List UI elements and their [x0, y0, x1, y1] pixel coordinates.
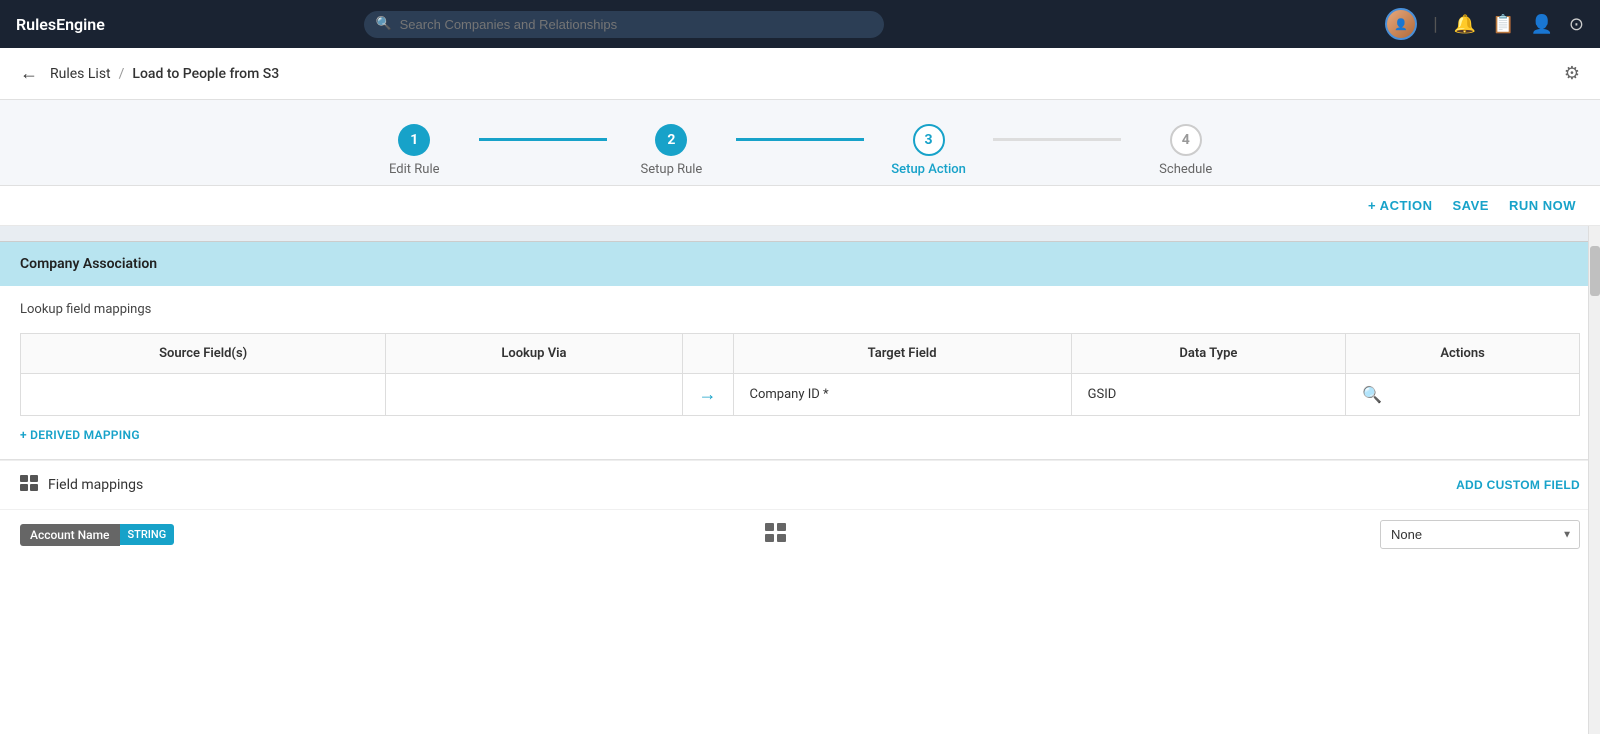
col-data-type: Data Type: [1071, 334, 1345, 374]
step-4-label: Schedule: [1159, 162, 1212, 177]
company-association-header: Company Association: [0, 242, 1600, 286]
connector-3-4: [993, 138, 1122, 141]
field-mapping-arrow: [190, 523, 1364, 547]
top-nav: RulesEngine 🔍 👤 | 🔔 📋 👤 ⊙: [0, 0, 1600, 48]
nav-divider: |: [1433, 14, 1437, 35]
search-input[interactable]: [364, 11, 884, 38]
derived-mapping-link[interactable]: + DERIVED MAPPING: [20, 428, 140, 442]
step-3-circle: 3: [913, 124, 945, 156]
action-bar: + ACTION SAVE RUN NOW: [0, 186, 1600, 226]
field-tag-name: Account Name: [20, 524, 120, 546]
rules-list-link[interactable]: Rules List: [50, 66, 111, 82]
run-now-button[interactable]: RUN NOW: [1509, 198, 1576, 213]
field-mappings-icon: [20, 475, 40, 495]
user-menu-icon[interactable]: 👤: [1530, 14, 1552, 35]
step-1[interactable]: 1 Edit Rule: [350, 124, 479, 177]
step-2-label: Setup Rule: [641, 162, 703, 177]
add-custom-field-button[interactable]: ADD CUSTOM FIELD: [1456, 478, 1580, 492]
field-mappings-title: Field mappings: [20, 475, 143, 495]
step-4-circle: 4: [1170, 124, 1202, 156]
step-4[interactable]: 4 Schedule: [1121, 124, 1250, 177]
lookup-via-cell: [386, 374, 682, 416]
profile-icon[interactable]: ⊙: [1569, 14, 1584, 35]
company-association-section: Company Association Lookup field mapping…: [0, 242, 1600, 459]
field-mapping-center-icon: [765, 523, 789, 547]
nav-icons: 👤 | 🔔 📋 👤 ⊙: [1385, 8, 1584, 40]
breadcrumb-separator: /: [119, 66, 125, 82]
field-mappings-section: Field mappings ADD CUSTOM FIELD Account …: [0, 459, 1600, 559]
step-1-label: Edit Rule: [389, 162, 439, 177]
col-arrow: [682, 334, 733, 374]
avatar[interactable]: 👤: [1385, 8, 1417, 40]
add-action-button[interactable]: + ACTION: [1368, 198, 1433, 213]
scrollable-content: Company Association Lookup field mapping…: [0, 226, 1600, 734]
field-mappings-label: Field mappings: [48, 477, 143, 493]
search-container: 🔍: [364, 11, 884, 38]
partial-top: [0, 226, 1600, 242]
arrow-cell: →: [682, 374, 733, 416]
save-button[interactable]: SAVE: [1453, 198, 1489, 213]
breadcrumb-current: Load to People from S3: [132, 66, 279, 82]
breadcrumb-bar: ← Rules List / Load to People from S3 ⚙: [0, 48, 1600, 100]
connector-1-2: [479, 138, 608, 141]
scrollbar-thumb[interactable]: [1590, 246, 1600, 296]
lookup-label: Lookup field mappings: [20, 302, 1580, 317]
step-1-circle: 1: [398, 124, 430, 156]
field-tag-type: STRING: [120, 524, 175, 545]
field-mapping-select[interactable]: None Company ID Account ID: [1380, 520, 1580, 549]
bell-icon[interactable]: 🔔: [1454, 14, 1476, 35]
source-field-cell: [21, 374, 386, 416]
step-2[interactable]: 2 Setup Rule: [607, 124, 736, 177]
data-type-cell: GSID: [1071, 374, 1345, 416]
content-area: Company Association Lookup field mapping…: [0, 226, 1600, 734]
action-search-icon[interactable]: 🔍: [1362, 385, 1382, 404]
connector-2-3: [736, 138, 865, 141]
col-actions: Actions: [1346, 334, 1580, 374]
col-target-field: Target Field: [733, 334, 1071, 374]
table-row: → Company ID * GSID 🔍: [21, 374, 1580, 416]
settings-gear-icon[interactable]: ⚙: [1564, 63, 1580, 84]
col-source-fields: Source Field(s): [21, 334, 386, 374]
field-mapping-select-wrapper: None Company ID Account ID: [1380, 520, 1580, 549]
app-brand: RulesEngine: [16, 15, 105, 34]
scrollbar-track: [1588, 226, 1600, 734]
col-lookup-via: Lookup Via: [386, 334, 682, 374]
step-3[interactable]: 3 Setup Action: [864, 124, 993, 177]
target-field-cell: Company ID *: [733, 374, 1071, 416]
field-mapping-row: Account Name STRING: [0, 509, 1600, 559]
search-icon: 🔍: [376, 17, 392, 32]
table-header-row: Source Field(s) Lookup Via Target Field …: [21, 334, 1580, 374]
bookmark-icon[interactable]: 📋: [1492, 14, 1514, 35]
step-2-circle: 2: [655, 124, 687, 156]
stepper: 1 Edit Rule 2 Setup Rule 3 Setup Action: [350, 124, 1250, 177]
page-wrapper: RulesEngine 🔍 👤 | 🔔 📋 👤 ⊙ ← Rules List /…: [0, 0, 1600, 734]
field-tag: Account Name STRING: [20, 524, 174, 546]
back-button[interactable]: ←: [20, 63, 38, 84]
lookup-mapping-table: Source Field(s) Lookup Via Target Field …: [20, 333, 1580, 416]
step-3-label: Setup Action: [891, 162, 966, 177]
stepper-container: 1 Edit Rule 2 Setup Rule 3 Setup Action: [0, 100, 1600, 186]
field-mappings-header: Field mappings ADD CUSTOM FIELD: [0, 460, 1600, 509]
company-association-body: Lookup field mappings Source Field(s) Lo…: [0, 286, 1600, 459]
actions-cell: 🔍: [1346, 374, 1580, 416]
